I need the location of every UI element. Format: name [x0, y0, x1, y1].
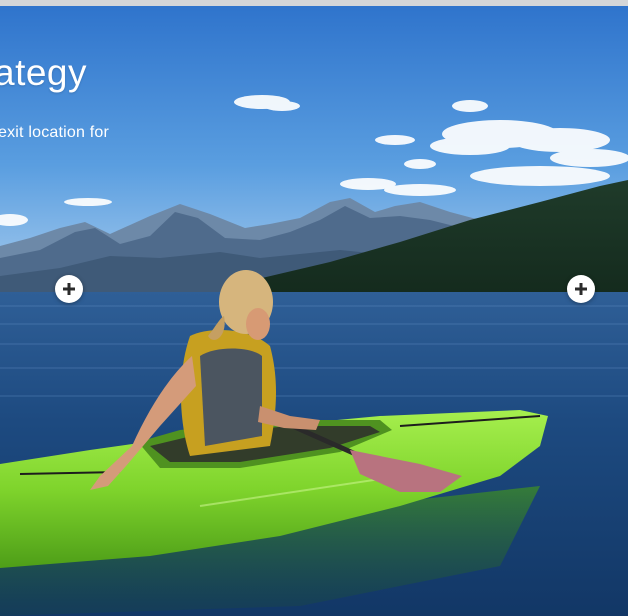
slide-frame: ategy exit location for [0, 6, 628, 616]
slide-subtext: exit location for [0, 124, 110, 141]
plus-icon [575, 283, 587, 295]
hero-image [0, 6, 628, 616]
slide-headline: ategy [0, 52, 88, 93]
hotspot-plus-button-left[interactable] [55, 275, 83, 303]
hotspot-plus-button-right[interactable] [567, 275, 595, 303]
plus-icon [63, 283, 75, 295]
